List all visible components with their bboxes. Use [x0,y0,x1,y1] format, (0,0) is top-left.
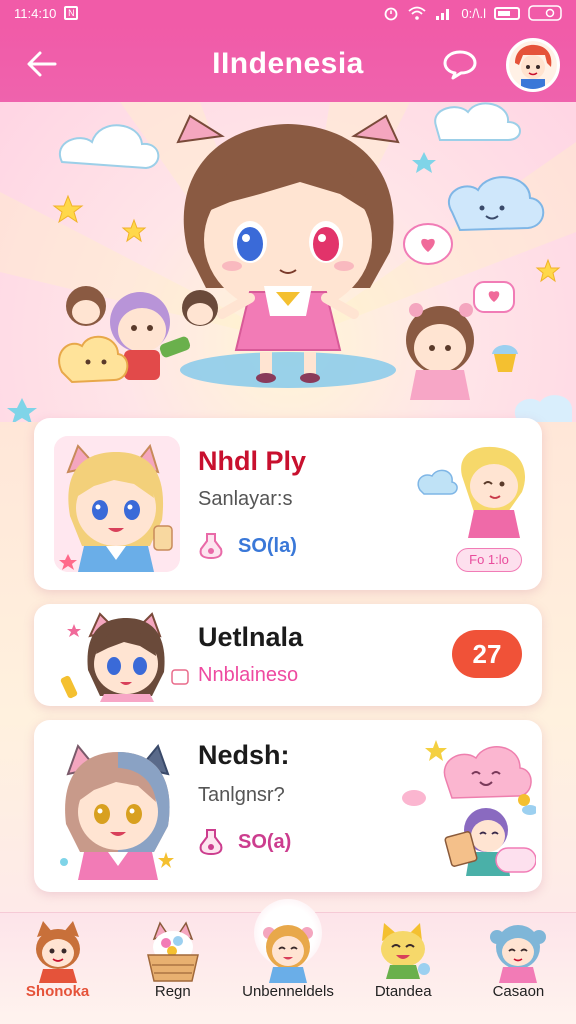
girl-character-icon [263,925,313,983]
back-button[interactable] [22,46,62,82]
pastel-catgirl-illustration [60,743,174,880]
nav-label: Shonoka [25,983,90,1000]
nav-label: Unbenneldels [242,983,334,1000]
nav-label: Regn [154,983,191,1000]
nav-item-shonoka[interactable]: Shonoka [0,913,115,1024]
main-character-illustration [176,114,400,383]
price-text: SO(la) [238,534,297,557]
cloud-top-right-icon [434,102,521,141]
status-time: 11:4:10 [14,5,57,21]
chat-button[interactable] [440,46,480,82]
page-title: IIndenesia [212,47,364,80]
card-mascot-illustration [417,446,526,538]
cupcake-icon [492,345,518,372]
fox-character-icon [35,921,80,983]
network-label: 0:/\.l [461,5,486,21]
content-card-3[interactable]: Nedsh: Tanlgnsr? SO(a) [34,720,542,892]
side-character-right [406,303,474,400]
side-character-small-left-2 [182,290,218,326]
card-subtitle: Sanlayar:s [198,488,293,510]
nav-item-regn[interactable]: Regn [115,913,230,1024]
app-bar: IIndenesia [0,26,576,102]
card-thumbnail [54,734,182,880]
heart-bubble-small-icon [473,281,515,313]
status-bar: 11:4:10 N 0:/\.l [0,0,576,26]
signal-icon [436,9,450,20]
heart-bubble-icon [403,223,453,265]
blonde-catgirl-illustration [54,436,180,572]
battery-icon [494,6,520,20]
price-row: SO(la) [198,532,297,560]
card-thumbnail [60,610,190,702]
content-card-2[interactable]: Uetlnala Nnblaineso 27 [34,604,542,706]
avatar-illustration [509,41,557,89]
price-row: SO(a) [198,828,291,856]
content-card-1[interactable]: Nhdl Ply Sanlayar:s SO(la) Fo 1:lo [34,418,542,590]
hero-illustration [0,102,576,422]
count-badge[interactable]: 27 [452,630,522,678]
bottom-nav: Shonoka Regn Unbenneldels Dtandea Casaon [0,899,576,1024]
alarm-icon [385,7,398,21]
basket-icon [146,921,199,982]
notification-badge: N [64,6,79,20]
user-avatar[interactable] [506,38,560,92]
card-thumbnail [54,436,180,572]
chat-bubble-icon [443,50,477,80]
side-character-small-left [66,286,106,326]
price-text: SO(a) [238,830,292,853]
potion-bottle-icon [199,533,223,560]
arrow-left-icon [27,51,57,77]
card-subtitle: Nnblaineso [198,664,299,686]
nav-label: Casaon [492,983,545,1000]
blue-hair-character-icon [490,925,547,983]
brunette-catgirl-illustration [60,612,189,702]
card-mascot-illustration [402,740,536,876]
card-title: Nhdl Ply [198,446,307,476]
card-subtitle: Tanlgnsr? [198,784,285,806]
hero-banner [0,102,576,422]
wifi-icon [408,6,427,20]
cloud-mascot-icon [58,335,129,384]
nav-item-dtandea[interactable]: Dtandea [346,913,461,1024]
status-extra-icon [528,5,562,21]
card-title: Uetlnala [198,622,304,652]
nav-item-casaon[interactable]: Casaon [461,913,576,1024]
nav-item-unbenneldels[interactable]: Unbenneldels [230,913,345,1024]
nav-label: Dtandea [374,983,432,1000]
potion-bottle-icon [199,829,223,856]
card-title: Nedsh: [198,740,290,770]
cat-character-icon [381,923,431,979]
tag-chip[interactable]: Fo 1:lo [456,548,522,572]
